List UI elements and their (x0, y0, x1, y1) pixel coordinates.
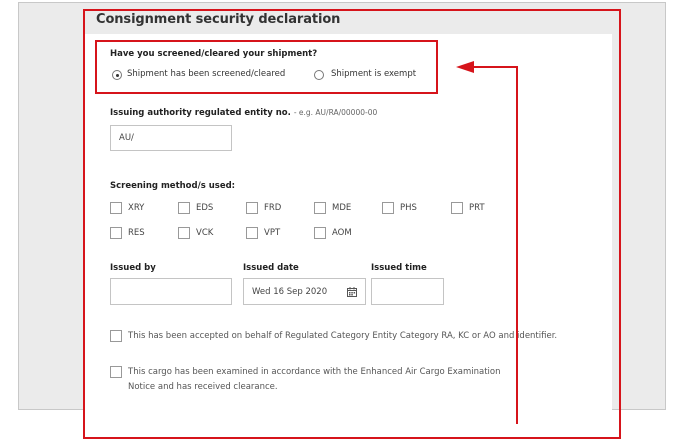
annotation-arrow-horizontal (470, 66, 518, 68)
arrow-head-icon (456, 61, 474, 73)
annotation-arrow-vertical (516, 66, 518, 424)
highlight-box-question (95, 40, 438, 94)
